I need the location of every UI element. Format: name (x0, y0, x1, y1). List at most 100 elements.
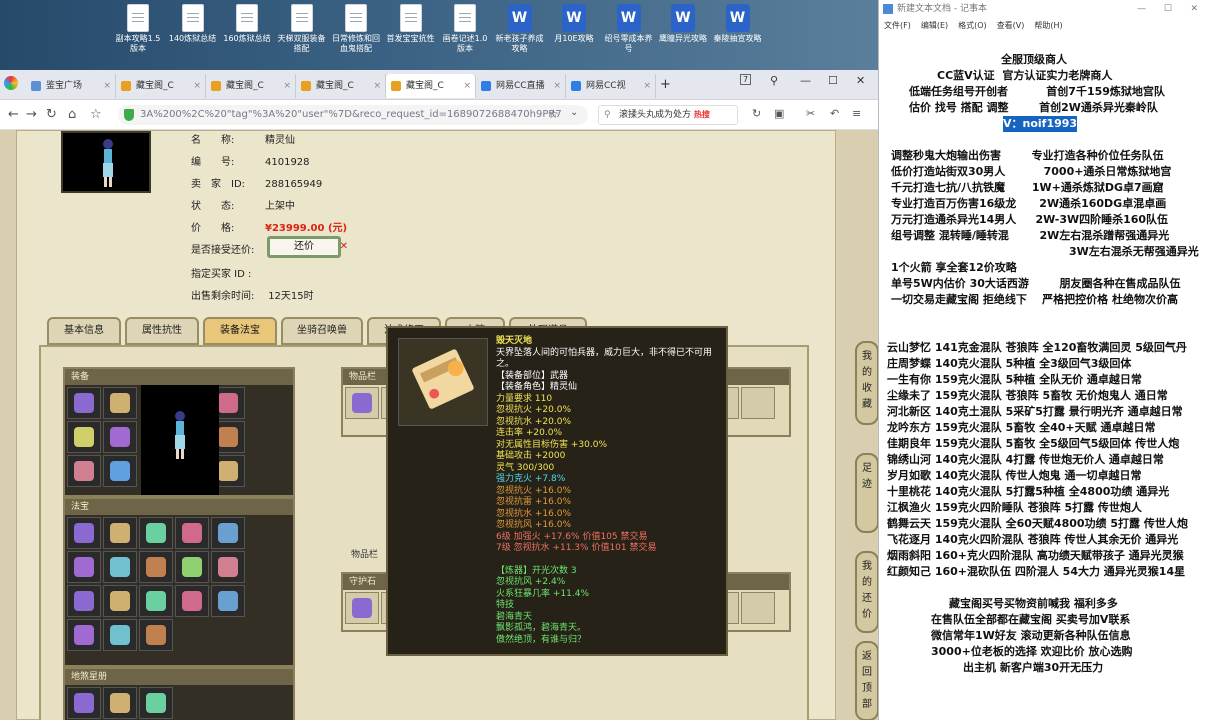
tab-close-icon[interactable]: × (103, 74, 111, 98)
item-slot[interactable] (345, 592, 379, 624)
tab-close-icon[interactable]: × (283, 74, 291, 98)
notepad-line: 龙吟东方 159克火混队 5畜牧 全40+天赋 通卓越日常 (887, 421, 1156, 434)
side-button[interactable]: 返 回 顶 部 (855, 641, 878, 720)
desktop-icon[interactable]: W 秦陵抽宣攻略 (712, 4, 764, 44)
item-slot[interactable] (211, 551, 245, 583)
desktop-icon[interactable]: 140炼狱总结 (167, 4, 219, 44)
notepad-menu-item[interactable]: 格式(O) (958, 21, 987, 30)
undo-icon[interactable]: ↶ (830, 107, 839, 120)
item-slot[interactable] (139, 619, 173, 651)
notepad-minimize-icon[interactable]: — (1137, 0, 1146, 18)
browser-tab[interactable]: 藏宝阁_C × (386, 74, 476, 98)
item-slot[interactable] (67, 585, 101, 617)
back-icon[interactable]: ← (8, 107, 19, 122)
reload-icon[interactable]: ↻ (46, 107, 57, 122)
desktop-icon[interactable]: W 绍号零成本养号 (603, 4, 655, 54)
item-slot[interactable] (67, 387, 101, 419)
item-slot[interactable] (139, 551, 173, 583)
dropdown-icon[interactable]: ⌄ (570, 107, 578, 118)
item-icon (110, 591, 130, 611)
shirt-icon[interactable]: ⚲ (770, 74, 778, 87)
item-slot[interactable] (103, 551, 137, 583)
tab-close-icon[interactable]: × (193, 74, 201, 98)
extension-icon[interactable]: ▣ (774, 107, 784, 120)
notepad-line: 组号调整 混转睡/睡转混 2W左右混杀蹭帮强通异光 (891, 229, 1170, 242)
item-slot[interactable] (103, 517, 137, 549)
url-input[interactable]: 3A%200%2C%20"tag"%3A%20"user"%7D&reco_re… (118, 105, 588, 125)
browser-tab[interactable]: 藏宝阁_C × (296, 74, 386, 98)
desktop-icon[interactable]: W 新老孩子养成攻略 (494, 4, 546, 54)
notepad-close-icon[interactable]: ✕ (1190, 0, 1198, 18)
item-slot[interactable] (139, 687, 173, 719)
item-slot[interactable] (211, 517, 245, 549)
item-slot[interactable] (175, 585, 209, 617)
panel-tab[interactable]: 属性抗性 (125, 317, 199, 345)
item-slot[interactable] (741, 592, 775, 624)
panel-tab[interactable]: 基本信息 (47, 317, 121, 345)
browser-logo-icon[interactable] (4, 76, 18, 90)
desktop-icon[interactable]: W 月10E攻略 (548, 4, 600, 44)
item-slot[interactable] (103, 421, 137, 453)
close-x-icon[interactable]: ✕ (340, 239, 348, 255)
item-slot[interactable] (67, 687, 101, 719)
item-slot[interactable] (67, 517, 101, 549)
menu-icon[interactable]: ≡ (852, 107, 861, 120)
notepad-menu-item[interactable]: 编辑(E) (921, 21, 948, 30)
tab-close-icon[interactable]: × (643, 74, 651, 98)
item-slot[interactable] (67, 551, 101, 583)
cut-icon[interactable]: ✂ (806, 107, 815, 120)
item-slot[interactable] (139, 517, 173, 549)
desktop-icon[interactable]: 日常修炼和回血鬼搭配 (330, 4, 382, 54)
bookmark-star-icon[interactable]: ☆ (90, 107, 102, 122)
desktop-icon[interactable]: 首发宝宝抗性 (385, 4, 437, 44)
side-button[interactable]: 我 的 还 价 (855, 551, 878, 633)
browser-tab[interactable]: 藏宝阁_C × (206, 74, 296, 98)
home-icon[interactable]: ⌂ (68, 107, 76, 122)
notepad-menu-item[interactable]: 帮助(H) (1034, 21, 1062, 30)
tab-close-icon[interactable]: × (553, 74, 561, 98)
favorite-icon[interactable]: ☆ (548, 107, 559, 121)
item-slot[interactable] (67, 455, 101, 487)
side-button[interactable]: 足 迹 (855, 453, 878, 533)
maximize-icon[interactable]: ☐ (828, 74, 838, 87)
desktop-icon[interactable]: 副本攻略1.5版本 (112, 4, 164, 54)
bargain-button[interactable]: 还价 ✕ (267, 236, 348, 258)
item-slot[interactable] (103, 687, 137, 719)
item-slot[interactable] (175, 517, 209, 549)
tab-count-badge[interactable]: 7 (740, 74, 752, 85)
panel-tab[interactable]: 装备法宝 (203, 317, 277, 345)
close-icon[interactable]: ✕ (856, 74, 865, 87)
desktop-icon[interactable]: 160炼狱总结 (221, 4, 273, 44)
tab-favicon-icon (391, 81, 401, 91)
browser-tab[interactable]: 藏宝阁_C × (116, 74, 206, 98)
minimize-icon[interactable]: — (800, 74, 811, 87)
search-input[interactable]: ⚲ 滚揉头丸成为处方 热搜 (598, 105, 738, 125)
side-button[interactable]: 我 的 收 藏 (855, 341, 878, 425)
item-slot[interactable] (175, 551, 209, 583)
item-slot[interactable] (211, 585, 245, 617)
item-slot[interactable] (345, 387, 379, 419)
desktop-icon[interactable]: 画卷记述1.0版本 (439, 4, 491, 54)
add-tab-button[interactable]: + (660, 77, 671, 92)
item-slot[interactable] (67, 421, 101, 453)
notepad-menu-item[interactable]: 文件(F) (884, 21, 911, 30)
forward-icon[interactable]: → (26, 107, 37, 122)
browser-tab[interactable]: 网易CC视 × (566, 74, 656, 98)
item-slot[interactable] (67, 619, 101, 651)
item-slot[interactable] (103, 619, 137, 651)
notepad-maximize-icon[interactable]: ☐ (1164, 0, 1172, 18)
item-slot[interactable] (103, 585, 137, 617)
sync-icon[interactable]: ↻ (752, 107, 761, 120)
desktop-icon[interactable]: W 鹰瞳异光攻略 (657, 4, 709, 44)
notepad-menu-item[interactable]: 查看(V) (997, 21, 1025, 30)
item-slot[interactable] (103, 387, 137, 419)
tab-close-icon[interactable]: × (373, 74, 381, 98)
item-slot[interactable] (139, 585, 173, 617)
tab-close-icon[interactable]: × (463, 74, 471, 98)
browser-tab[interactable]: 网易CC直播 × (476, 74, 566, 98)
desktop-icon[interactable]: 天梯双服装备搭配 (276, 4, 328, 54)
item-slot[interactable] (741, 387, 775, 419)
panel-tab[interactable]: 坐骑召唤兽 (281, 317, 363, 345)
browser-tab[interactable]: 鉴宝广场 × (26, 74, 116, 98)
item-slot[interactable] (103, 455, 137, 487)
